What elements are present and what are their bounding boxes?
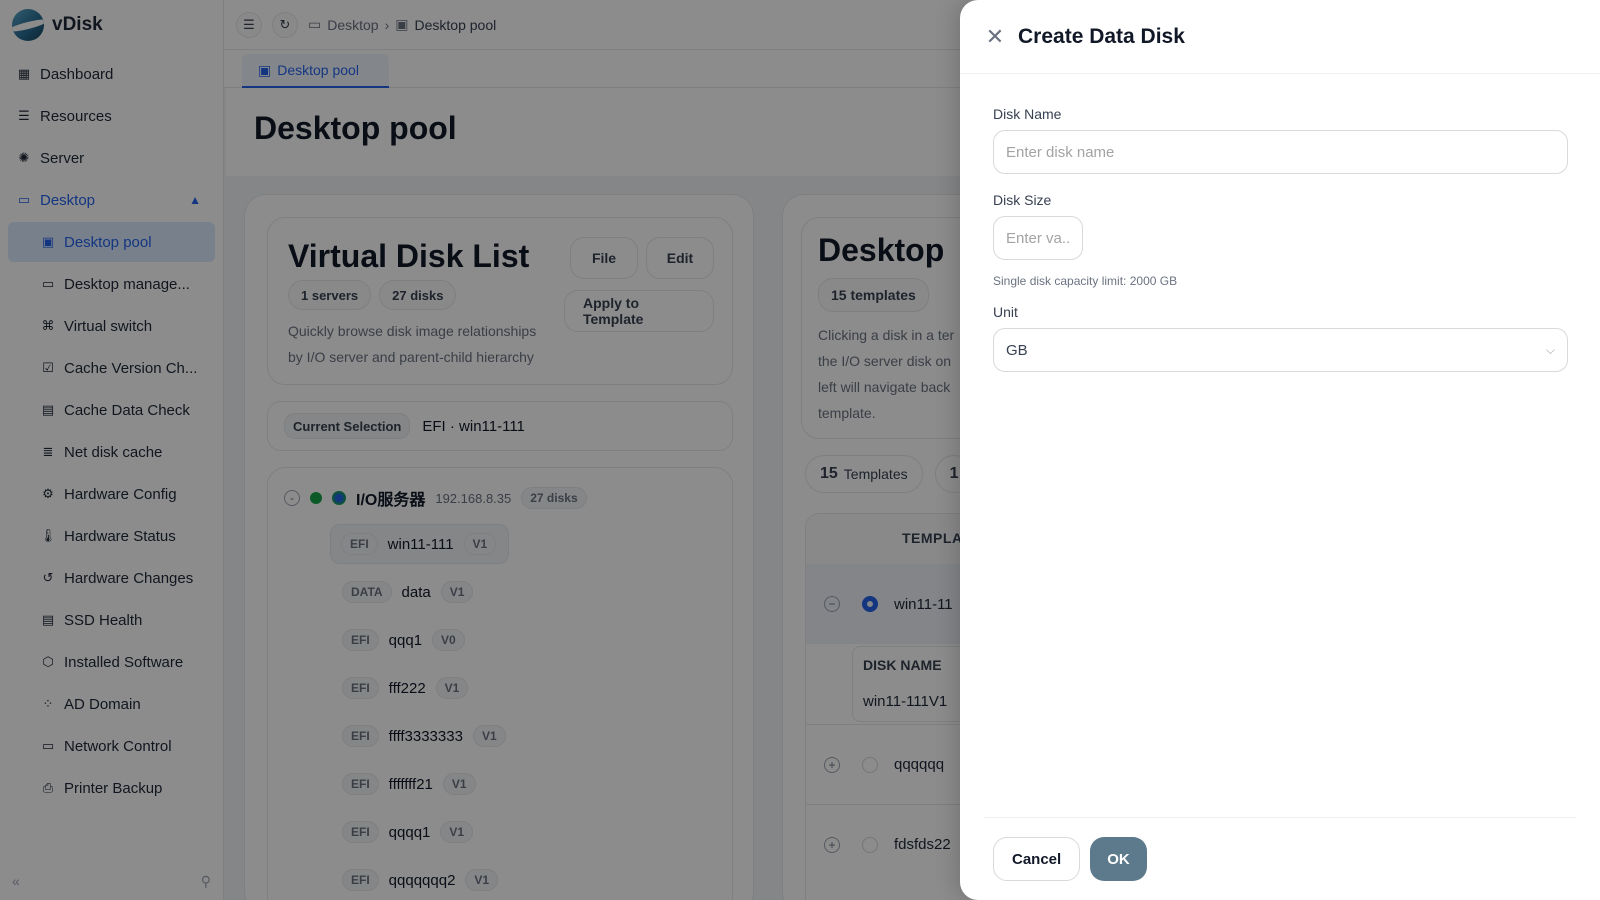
drawer-footer: Cancel OK	[984, 817, 1576, 900]
create-disk-form: Disk Name Disk Size Single disk capacity…	[960, 74, 1600, 372]
drawer-title: Create Data Disk	[1018, 24, 1185, 48]
create-data-disk-drawer: ✕ Create Data Disk Disk Name Disk Size S…	[960, 0, 1600, 900]
drawer-header: ✕ Create Data Disk	[960, 0, 1600, 74]
disk-size-label: Disk Size	[993, 192, 1052, 208]
disk-size-input[interactable]	[993, 216, 1083, 260]
cancel-button[interactable]: Cancel	[993, 837, 1081, 881]
disk-name-input[interactable]	[993, 130, 1568, 174]
unit-select-value: GB	[1006, 341, 1028, 359]
capacity-hint: Single disk capacity limit: 2000 GB	[993, 274, 1178, 288]
disk-name-label: Disk Name	[993, 106, 1062, 122]
unit-label: Unit	[993, 304, 1018, 320]
chevron-down-icon: ⌵	[1545, 342, 1555, 357]
ok-button[interactable]: OK	[1090, 837, 1147, 881]
unit-select[interactable]: GB ⌵	[993, 328, 1568, 372]
close-icon[interactable]: ✕	[984, 24, 1006, 50]
